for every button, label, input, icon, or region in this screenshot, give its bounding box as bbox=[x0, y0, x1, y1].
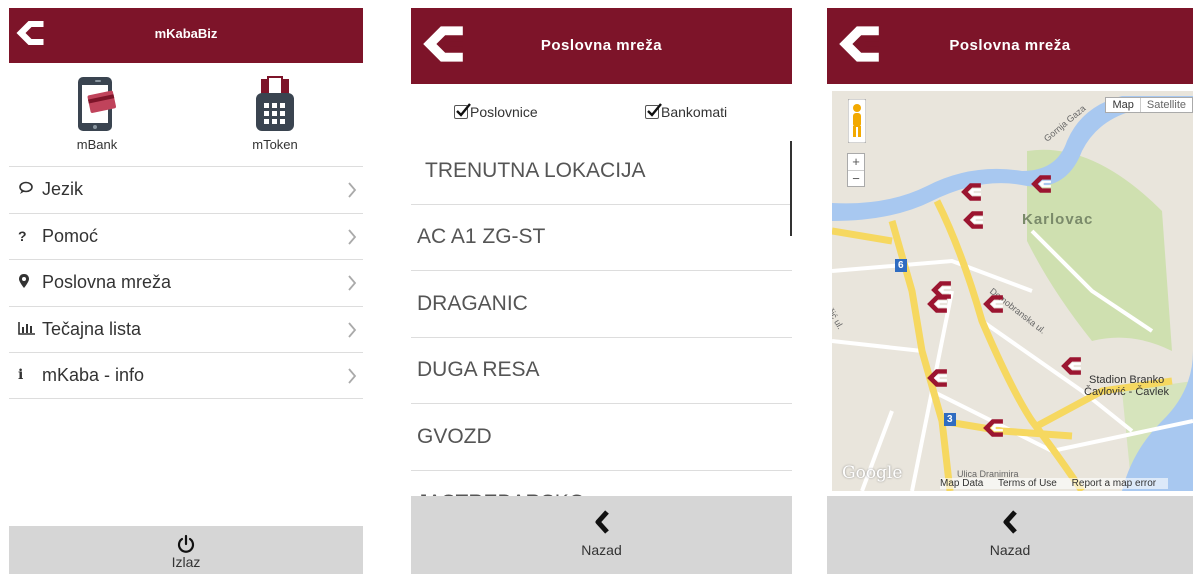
back-label: Nazad bbox=[989, 542, 1031, 558]
bank-marker-icon[interactable] bbox=[982, 293, 1004, 315]
app-header: Poslovna mreža bbox=[411, 8, 792, 84]
power-icon bbox=[177, 534, 195, 553]
bank-marker-icon[interactable] bbox=[926, 293, 948, 315]
pegman-icon[interactable] bbox=[848, 99, 866, 143]
menu-label: Tečajna lista bbox=[42, 318, 142, 339]
map-tiles bbox=[832, 91, 1193, 491]
bank-marker-icon[interactable] bbox=[982, 417, 1004, 439]
filter-label: Bankomati bbox=[661, 104, 728, 120]
list-item[interactable]: DUGA RESA bbox=[411, 338, 792, 404]
road-number-6: 6 bbox=[898, 260, 904, 271]
phone-card-icon bbox=[78, 77, 116, 131]
app-shortcuts: mBank mToken bbox=[9, 75, 363, 165]
chevron-right-icon bbox=[348, 368, 357, 384]
mbank-button[interactable]: mBank bbox=[57, 75, 137, 152]
chevron-right-icon bbox=[348, 182, 357, 198]
info-icon: i bbox=[18, 367, 24, 384]
menu-item-poslovna-mreza[interactable]: Poslovna mreža bbox=[9, 259, 363, 306]
bankomati-checkbox[interactable]: Bankomati bbox=[645, 103, 728, 120]
map-type-control: Map Satellite bbox=[1105, 97, 1193, 113]
menu-item-mkaba-info[interactable]: i mKaba - info bbox=[9, 352, 363, 399]
exit-button[interactable]: Izlaz bbox=[9, 526, 363, 574]
zoom-out-button[interactable]: − bbox=[848, 170, 864, 186]
stadium-label-line2: Čavlović - Čavlek bbox=[1084, 386, 1169, 398]
map-city-label: Karlovac bbox=[1022, 211, 1094, 228]
map-view[interactable]: 6 3 Karlovac Domobranska ul. Gornja Gaza… bbox=[832, 91, 1193, 491]
map-type-map-button[interactable]: Map bbox=[1106, 98, 1139, 112]
bank-marker-icon[interactable] bbox=[960, 181, 982, 203]
chevron-left-icon bbox=[595, 510, 609, 534]
terms-of-use-link[interactable]: Terms of Use bbox=[998, 478, 1057, 489]
checkbox-checked-icon bbox=[454, 103, 471, 119]
list-item[interactable]: AC A1 ZG-ST bbox=[411, 205, 792, 271]
menu-label: Jezik bbox=[42, 179, 84, 200]
report-map-error-link[interactable]: Report a map error bbox=[1072, 478, 1156, 489]
map-screen: Poslovna mreža 6 3 Karlovac Domobranska … bbox=[827, 8, 1193, 574]
app-header: Poslovna mreža bbox=[827, 8, 1193, 84]
list-item-current-location[interactable]: TRENUTNA LOKACIJA bbox=[411, 138, 792, 205]
bank-marker-icon[interactable] bbox=[926, 367, 948, 389]
map-data-link[interactable]: Map Data bbox=[940, 478, 983, 489]
zoom-control: + − bbox=[847, 153, 865, 187]
google-logo: Google bbox=[842, 463, 903, 483]
locations-list: TRENUTNA LOKACIJA AC A1 ZG-ST DRAGANIC D… bbox=[411, 138, 792, 537]
poslovnice-checkbox[interactable]: Poslovnice bbox=[454, 103, 538, 120]
map-attribution: Map Data Terms of Use Report a map error bbox=[940, 478, 1169, 489]
question-icon: ? bbox=[18, 228, 27, 245]
mtoken-button[interactable]: mToken bbox=[235, 75, 315, 152]
header-title: mKabaBiz bbox=[154, 26, 218, 41]
mbank-label: mBank bbox=[76, 137, 118, 152]
list-item[interactable]: GVOZD bbox=[411, 404, 792, 471]
back-label: Nazad bbox=[581, 542, 622, 558]
map-type-satellite-button[interactable]: Satellite bbox=[1139, 98, 1192, 112]
menu-item-jezik[interactable]: Jezik bbox=[9, 166, 363, 213]
filter-bar: Poslovnice Bankomati bbox=[411, 96, 792, 134]
chevron-left-icon bbox=[1003, 510, 1017, 534]
back-button[interactable]: Nazad bbox=[411, 496, 792, 574]
chat-icon bbox=[18, 181, 38, 198]
menu-item-tecajna-lista[interactable]: Tečajna lista bbox=[9, 305, 363, 353]
back-button[interactable]: Nazad bbox=[827, 496, 1193, 574]
scrollbar[interactable] bbox=[790, 141, 792, 236]
chevron-right-icon bbox=[348, 275, 357, 291]
token-device-icon bbox=[256, 76, 294, 131]
mtoken-label: mToken bbox=[252, 137, 298, 152]
filter-label: Poslovnice bbox=[470, 104, 538, 120]
header-title: Poslovna mreža bbox=[949, 37, 1071, 54]
checkbox-checked-icon bbox=[645, 103, 662, 119]
app-header: mKabaBiz bbox=[9, 8, 363, 63]
stadium-label-line1: Stadion Branko bbox=[1089, 374, 1165, 386]
map-pin-icon bbox=[18, 273, 38, 292]
menu-item-pomoc[interactable]: ? Pomoć bbox=[9, 212, 363, 260]
road-number-3: 3 bbox=[947, 414, 953, 425]
main-menu: Jezik ? Pomoć Poslovna mreža Tečajna lis… bbox=[9, 166, 363, 399]
zoom-in-button[interactable]: + bbox=[848, 154, 864, 170]
list-item[interactable]: DRAGANIC bbox=[411, 271, 792, 338]
bank-marker-icon[interactable] bbox=[962, 209, 984, 231]
bar-chart-icon bbox=[18, 321, 38, 338]
chevron-right-icon bbox=[348, 228, 357, 245]
locations-list-screen: Poslovna mreža Poslovnice Bankomati TREN… bbox=[411, 8, 792, 574]
menu-label: mKaba - info bbox=[42, 364, 145, 385]
menu-label: Pomoć bbox=[42, 225, 99, 246]
bank-marker-icon[interactable] bbox=[1060, 355, 1082, 377]
menu-label: Poslovna mreža bbox=[42, 272, 172, 293]
main-menu-screen: mKabaBiz mBank mToken Jezik ? Pomoć Posl… bbox=[9, 8, 363, 574]
exit-label: Izlaz bbox=[171, 554, 201, 570]
header-title: Poslovna mreža bbox=[540, 37, 663, 54]
bank-marker-icon[interactable] bbox=[1030, 173, 1052, 195]
chevron-right-icon bbox=[348, 321, 357, 338]
